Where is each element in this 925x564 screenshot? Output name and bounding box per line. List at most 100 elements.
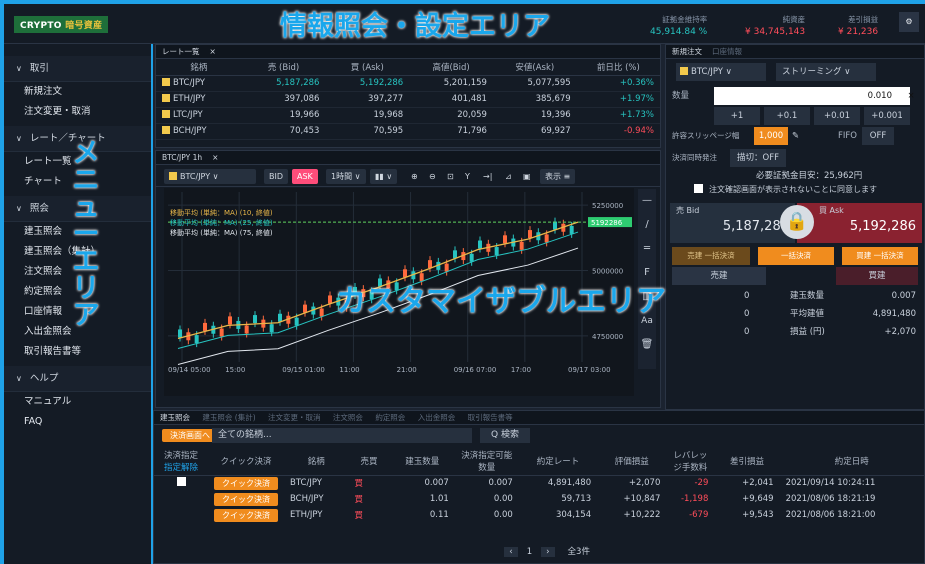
- buy-bulk-settle-button[interactable]: 買建 一括決済: [842, 247, 918, 265]
- trash-icon[interactable]: 🗑: [638, 333, 656, 357]
- display-select[interactable]: 表示 ≡: [540, 169, 576, 184]
- qty-step-button[interactable]: +0.001: [864, 107, 910, 125]
- quick-settle-button[interactable]: クイック決済: [214, 476, 278, 490]
- bid-cell[interactable]: 397,086: [241, 91, 326, 108]
- col-header[interactable]: 約定レート: [518, 447, 598, 476]
- sidebar-section-rate-chart[interactable]: ∨ レート／チャート: [0, 126, 151, 152]
- sidebar-item-executions[interactable]: 約定照会: [0, 282, 151, 302]
- gear-icon[interactable]: ⚙: [899, 12, 919, 32]
- bid-cell[interactable]: 70,453: [241, 123, 326, 140]
- symbol-select[interactable]: BTC/JPY ∨: [164, 169, 256, 184]
- ask-cell[interactable]: 70,595: [325, 123, 410, 140]
- edit-icon[interactable]: ✎: [792, 127, 799, 145]
- table-row[interactable]: BTC/JPY 5,187,286 5,192,286 5,201,159 5,…: [156, 75, 660, 92]
- slippage-input[interactable]: 1,000: [754, 127, 788, 145]
- bid-box[interactable]: 売 Bid 5,187,286: [670, 203, 795, 243]
- chart-tab[interactable]: BTC/JPY 1h ×: [156, 151, 660, 165]
- tab-positions[interactable]: 建玉照会: [160, 413, 190, 422]
- col-header[interactable]: 約定日時: [779, 447, 924, 476]
- sidebar-section-inquiry[interactable]: ∨ 照会: [0, 196, 151, 222]
- order-symbol-select[interactable]: BTC/JPY ∨: [676, 63, 766, 81]
- ask-cell[interactable]: 397,277: [325, 91, 410, 108]
- sidebar-item-reports[interactable]: 取引報告書等: [0, 342, 151, 362]
- ask-cell[interactable]: 19,968: [325, 107, 410, 124]
- quick-settle-button[interactable]: クイック決済: [214, 508, 278, 522]
- ask-box[interactable]: 買 Ask 5,192,286: [797, 203, 922, 243]
- sidebar-item-positions-summary[interactable]: 建玉照会（集計）: [0, 242, 151, 262]
- col-header[interactable]: 銘柄: [284, 447, 349, 476]
- tab-account[interactable]: 口座情報: [712, 47, 742, 56]
- row-checkbox[interactable]: [176, 477, 186, 487]
- sidebar-item-deposits[interactable]: 入出金照会: [0, 322, 151, 342]
- table-row[interactable]: ETH/JPY 397,086 397,277 401,481 385,679 …: [156, 91, 660, 108]
- tab-deposits[interactable]: 入出金照会: [418, 413, 456, 422]
- zoom-in-icon[interactable]: ⊕: [406, 169, 423, 184]
- sidebar-item-manual[interactable]: マニュアル: [0, 392, 151, 412]
- indicator-icon[interactable]: ⊿: [500, 169, 517, 184]
- prev-page-icon[interactable]: ‹: [504, 547, 518, 557]
- clear-icon[interactable]: ×: [902, 87, 920, 105]
- fib-icon[interactable]: F: [638, 261, 656, 285]
- col-header[interactable]: 建玉数量: [389, 447, 455, 476]
- text-tool-icon[interactable]: Aa: [638, 309, 656, 333]
- sidebar-section-help[interactable]: ∨ ヘルプ: [0, 366, 151, 392]
- interval-select[interactable]: 1時間 ∨: [326, 169, 366, 184]
- sidebar-item-new-order[interactable]: 新規注文: [0, 82, 151, 102]
- table-row[interactable]: BCH/JPY 70,453 70,595 71,796 69,927 -0.9…: [156, 123, 660, 140]
- col-header[interactable]: 評価損益: [597, 447, 667, 476]
- table-row[interactable]: LTC/JPY 19,966 19,968 20,059 19,396 +1.7…: [156, 107, 660, 124]
- bulk-settle-button[interactable]: 一括決済: [758, 247, 834, 265]
- table-row[interactable]: クイック決済 BCH/JPY 買 1.01 0.00 59,713 +10,84…: [154, 491, 924, 507]
- next-page-icon[interactable]: ›: [540, 547, 555, 557]
- channel-icon[interactable]: ▥: [638, 285, 656, 309]
- qty-step-button[interactable]: +0.1: [764, 107, 810, 125]
- qty-input[interactable]: 0.010: [714, 87, 910, 105]
- col-header[interactable]: 売買: [348, 447, 390, 476]
- qty-step-button[interactable]: +1: [714, 107, 760, 125]
- sell-bulk-settle-button[interactable]: 売建 一括決済: [672, 247, 750, 265]
- fifo-toggle[interactable]: OFF: [862, 127, 894, 145]
- quick-settle-button[interactable]: クイック決済: [214, 492, 278, 506]
- sidebar-item-orders[interactable]: 注文照会: [0, 262, 151, 282]
- col-header[interactable]: 決済指定可能数量: [454, 447, 519, 476]
- tab-new-order[interactable]: 新規注文: [672, 47, 702, 56]
- close-icon[interactable]: ×: [212, 153, 218, 162]
- sidebar-section-trade[interactable]: ∨ 取引: [0, 56, 151, 82]
- sidebar-item-account[interactable]: 口座情報: [0, 302, 151, 322]
- ask-cell[interactable]: 5,192,286: [325, 75, 410, 92]
- scale-icon[interactable]: Y: [460, 169, 475, 184]
- close-icon[interactable]: ×: [210, 47, 216, 56]
- col-header[interactable]: レバレッジ手数料: [666, 447, 715, 476]
- confirm-row[interactable]: 注文確認画面が表示されないことに同意します: [694, 181, 877, 199]
- table-row[interactable]: クイック決済 ETH/JPY 買 0.11 0.00 304,154 +10,2…: [154, 507, 924, 523]
- mode-select[interactable]: ストリーミング ∨: [776, 63, 876, 81]
- qty-step-button[interactable]: +0.01: [814, 107, 860, 125]
- cursor-icon[interactable]: —: [638, 189, 656, 213]
- ask-toggle[interactable]: ASK: [292, 169, 318, 184]
- tab-orders[interactable]: 注文照会: [333, 413, 363, 422]
- sidebar-item-faq[interactable]: FAQ: [0, 412, 151, 432]
- zoom-out-icon[interactable]: ⊖: [424, 169, 441, 184]
- settle-toggle[interactable]: 描切：OFF: [730, 149, 786, 167]
- bid-cell[interactable]: 5,187,286: [241, 75, 326, 92]
- col-header[interactable]: 差引損益: [714, 447, 780, 476]
- tab-reports[interactable]: 取引報告書等: [468, 413, 513, 422]
- chart-type-icon[interactable]: ▮▮ ∨: [370, 169, 398, 184]
- hline-icon[interactable]: ═: [638, 237, 656, 261]
- sidebar-item-rate-list[interactable]: レート一覧: [0, 152, 151, 172]
- tab-modify[interactable]: 注文変更・取消: [268, 413, 321, 422]
- clear-selection-link[interactable]: 指定解除: [164, 463, 198, 473]
- lock-icon[interactable]: 🔒: [780, 205, 814, 239]
- bid-cell[interactable]: 19,966: [241, 107, 326, 124]
- trendline-icon[interactable]: /: [638, 213, 656, 237]
- tab-positions-summary[interactable]: 建玉照会 (集計): [202, 413, 255, 422]
- search-button[interactable]: Q 検索: [480, 428, 530, 443]
- symbol-filter-input[interactable]: 全ての銘柄...: [212, 428, 472, 443]
- table-row[interactable]: クイック決済 BTC/JPY 買 0.007 0.007 4,891,480 +…: [154, 475, 924, 491]
- jump-end-icon[interactable]: →|: [478, 169, 497, 184]
- bid-toggle[interactable]: BID: [264, 169, 289, 184]
- sidebar-item-chart[interactable]: チャート: [0, 172, 151, 192]
- layout-icon[interactable]: ▣: [518, 169, 536, 184]
- rate-tab[interactable]: レート一覧 ×: [156, 45, 660, 59]
- tab-executions[interactable]: 約定照会: [375, 413, 405, 422]
